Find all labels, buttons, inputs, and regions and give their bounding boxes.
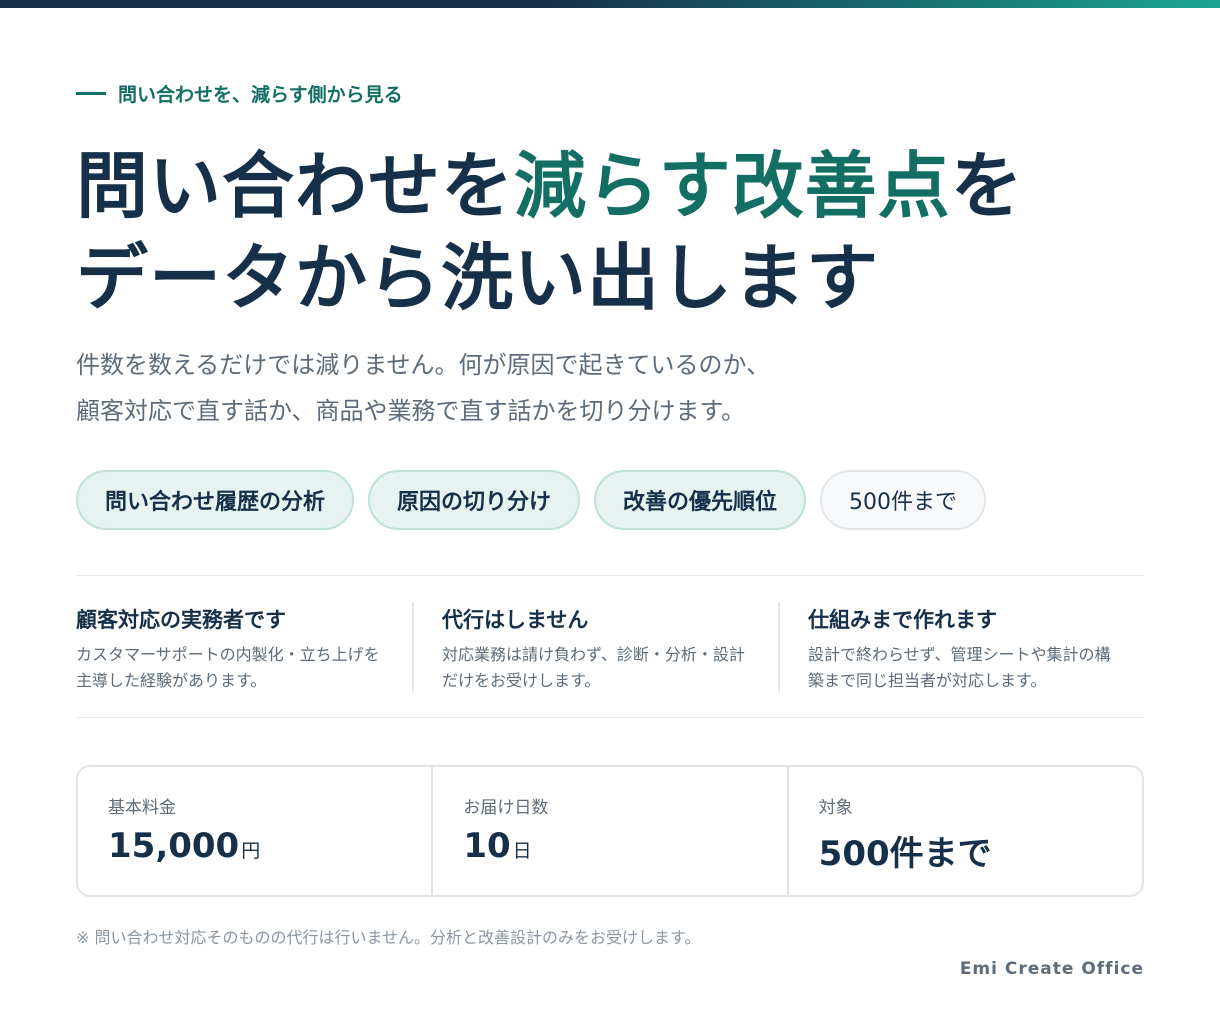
feature-desc: 設計で終わらせず、管理シートや集計の構 築まで同じ担当者が対応します。	[808, 645, 1111, 690]
price-label: 基本料金	[108, 798, 176, 818]
brand-name: Emi Create Office	[959, 959, 1144, 979]
tag-volume-limit: 500件まで	[820, 470, 987, 530]
feature-title: 代行はしません	[442, 608, 589, 632]
feature-title: 顧客対応の実務者です	[76, 608, 286, 632]
feature-desc: カスタマーサポートの内製化・立ち上げを 主導した経験があります。	[76, 645, 380, 690]
feature-item: 顧客対応の実務者です カスタマーサポートの内製化・立ち上げを 主導した経験がありま…	[76, 602, 412, 692]
price-cell-base-fee: 基本料金 15,000 円	[78, 767, 431, 895]
feature-item: 仕組みまで作れます 設計で終わらせず、管理シートや集計の構 築まで同じ担当者が対応…	[778, 602, 1144, 692]
tag-list: 問い合わせ履歴の分析 原因の切り分け 改善の優先順位 500件まで	[76, 470, 987, 530]
tag-cause-separation: 原因の切り分け	[368, 470, 581, 530]
top-accent-bar	[0, 0, 1220, 8]
divider	[76, 717, 1144, 718]
title-accent: 減らす改善点	[514, 144, 951, 228]
eyebrow-text: 問い合わせを、減らす側から見る	[118, 84, 403, 106]
feature-desc: 対応業務は請け負わず、診断・分析・設計 だけをお受けします。	[442, 645, 745, 690]
lead-line: 顧客対応で直す話か、商品や業務で直す話かを切り分けます。	[76, 397, 746, 425]
divider	[76, 575, 1144, 576]
price-label: お届け日数	[463, 798, 549, 818]
price-value: 10 日	[463, 826, 532, 866]
price-value: 15,000 円	[108, 826, 261, 866]
price-cell-target: 対象 500件まで	[786, 767, 1142, 895]
feature-title: 仕組みまで作れます	[808, 608, 997, 632]
title-line1: 問い合わせを減らす改善点を	[76, 144, 1024, 228]
eyebrow-dash	[76, 92, 106, 95]
lead-paragraph: 件数を数えるだけでは減りません。何が原因で起きているのか、 顧客対応で直す話か、…	[76, 342, 770, 434]
price-value: 500件まで	[818, 834, 992, 874]
feature-item: 代行はしません 対応業務は請け負わず、診断・分析・設計 だけをお受けします。	[412, 602, 778, 692]
price-label: 対象	[818, 798, 853, 818]
tag-history-analysis: 問い合わせ履歴の分析	[76, 470, 355, 530]
footnote: ※ 問い合わせ対応そのものの代行は行いません。分析と改善設計のみをお受けします。	[76, 928, 701, 947]
lead-line: 件数を数えるだけでは減りません。何が原因で起きているのか、	[76, 351, 771, 379]
page-title: 問い合わせを減らす改善点を データから洗い出します	[76, 140, 1024, 324]
pricing-panel: 基本料金 15,000 円 お届け日数 10 日 対象 500件まで	[76, 765, 1144, 897]
eyebrow: 問い合わせを、減らす側から見る	[76, 80, 403, 107]
feature-list: 顧客対応の実務者です カスタマーサポートの内製化・立ち上げを 主導した経験がありま…	[76, 602, 1144, 692]
price-cell-delivery-days: お届け日数 10 日	[431, 767, 786, 895]
title-line2: データから洗い出します	[76, 236, 880, 320]
tag-improvement-priority: 改善の優先順位	[594, 470, 807, 530]
